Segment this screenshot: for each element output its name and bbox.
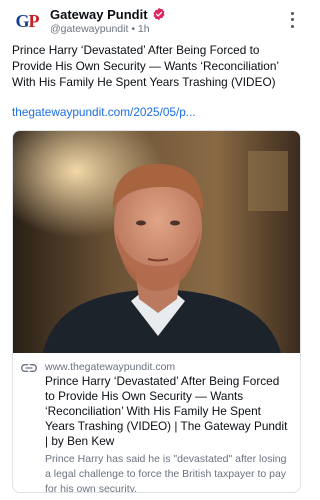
post-header: GP Gateway Pundit @gatewaypundit • 1h [12, 6, 301, 36]
author-name-row: Gateway Pundit [50, 6, 166, 22]
link-preview-card[interactable]: www.thegatewaypundit.com Prince Harry ‘D… [12, 130, 301, 493]
post-time[interactable]: 1h [138, 23, 150, 35]
separator-dot: • [131, 23, 135, 35]
avatar[interactable]: GP [12, 6, 42, 36]
avatar-letter-p: P [28, 10, 40, 31]
avatar-letter-g: G [15, 10, 29, 31]
preview-image [13, 131, 300, 353]
preview-title: Prince Harry ‘Devastated’ After Being Fo… [45, 374, 288, 448]
author-name[interactable]: Gateway Pundit [50, 7, 148, 22]
preview-body: www.thegatewaypundit.com Prince Harry ‘D… [13, 353, 300, 493]
preview-domain: www.thegatewaypundit.com [45, 361, 176, 373]
post: GP Gateway Pundit @gatewaypundit • 1h Pr… [0, 0, 313, 500]
preview-description: Prince Harry has said he is "devastated"… [45, 453, 287, 493]
author-meta: Gateway Pundit @gatewaypundit • 1h [50, 6, 166, 35]
author-handle[interactable]: @gatewaypundit [50, 23, 128, 35]
post-link[interactable]: thegatewaypundit.com/2025/05/p... [12, 104, 301, 120]
more-options-icon[interactable] [287, 10, 297, 30]
author-subline: @gatewaypundit • 1h [50, 23, 166, 35]
post-text: Prince Harry ‘Devastated’ After Being Fo… [12, 43, 279, 89]
link-icon [21, 363, 37, 372]
verified-badge-icon [153, 7, 165, 21]
